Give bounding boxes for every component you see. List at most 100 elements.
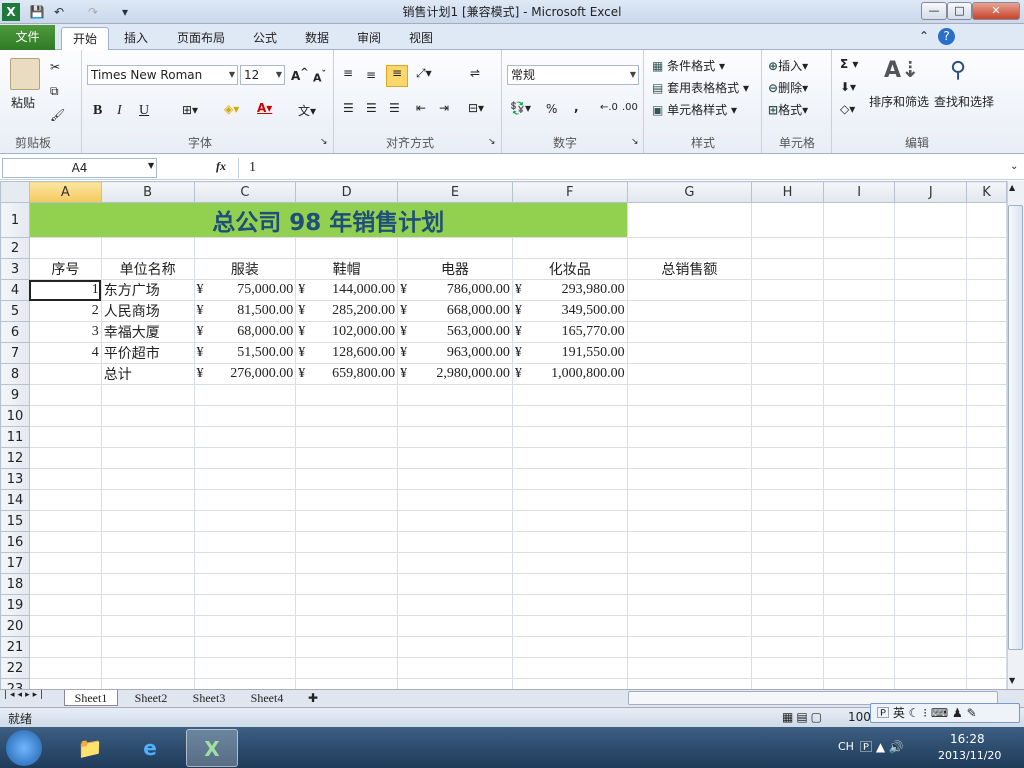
empty-cell[interactable] xyxy=(511,468,628,490)
empty-cell[interactable] xyxy=(100,531,195,553)
empty-cell[interactable] xyxy=(966,552,1007,574)
sheet-nav-icons[interactable]: |◂◂▸▸| xyxy=(4,690,46,700)
comma-button[interactable]: , xyxy=(574,100,579,114)
empty-cell[interactable] xyxy=(626,426,753,448)
empty-cell[interactable] xyxy=(966,489,1007,511)
empty-cell[interactable] xyxy=(894,678,968,689)
header-cell[interactable]: 总销售额 xyxy=(626,258,753,280)
empty-cell[interactable] xyxy=(295,573,399,595)
empty-cell[interactable] xyxy=(626,657,753,679)
empty-cell[interactable] xyxy=(100,615,195,637)
empty-cell[interactable] xyxy=(100,426,195,448)
empty-cell[interactable] xyxy=(751,510,824,532)
spreadsheet-grid[interactable]: A B C D E F G H I J K 1 总公司 98 年销售计划 2 3… xyxy=(0,181,1007,689)
header-cell[interactable]: 鞋帽 xyxy=(295,258,399,280)
empty-cell[interactable] xyxy=(397,594,513,616)
empty-cell[interactable] xyxy=(100,594,195,616)
table-format-button[interactable]: ▤ 套用表格格式 ▾ xyxy=(652,79,749,96)
empty-cell[interactable] xyxy=(193,384,297,406)
empty-cell[interactable] xyxy=(100,384,195,406)
empty-cell[interactable] xyxy=(751,384,824,406)
empty-cell[interactable] xyxy=(28,657,102,679)
empty-cell[interactable] xyxy=(894,531,968,553)
empty-cell[interactable] xyxy=(100,678,195,689)
find-select-button[interactable]: 查找和选择 xyxy=(934,93,994,110)
data-cell[interactable]: ¥668,000.00 xyxy=(397,300,513,322)
empty-cell[interactable] xyxy=(966,594,1007,616)
align-center-icon[interactable]: ☰ xyxy=(366,101,377,115)
data-cell[interactable]: 3 xyxy=(28,321,102,343)
empty-cell[interactable] xyxy=(626,489,753,511)
empty-cell[interactable] xyxy=(295,594,399,616)
increase-decimal-icon[interactable]: ←.0 xyxy=(600,102,618,113)
empty-cell[interactable] xyxy=(100,657,195,679)
font-name-combo[interactable]: Times New Roman ▼ xyxy=(87,65,238,85)
sort-filter-icon[interactable]: A⇣ xyxy=(884,58,919,83)
empty-cell[interactable] xyxy=(193,489,297,511)
empty-cell[interactable] xyxy=(822,573,896,595)
data-cell[interactable]: ¥128,600.00 xyxy=(295,342,399,364)
empty-cell[interactable] xyxy=(295,510,399,532)
shrink-font-icon[interactable]: Aˇ xyxy=(313,69,326,85)
row-header[interactable]: 8 xyxy=(0,363,30,385)
row-header[interactable]: 22 xyxy=(0,657,30,679)
empty-cell[interactable] xyxy=(626,594,753,616)
empty-cell[interactable] xyxy=(626,405,753,427)
empty-cell[interactable] xyxy=(193,657,297,679)
clock-date[interactable]: 2013/11/20 xyxy=(938,749,1001,762)
empty-cell[interactable] xyxy=(751,573,824,595)
empty-cell[interactable] xyxy=(193,531,297,553)
empty-cell[interactable] xyxy=(894,594,968,616)
empty-cell[interactable] xyxy=(28,510,102,532)
empty-cell[interactable] xyxy=(894,384,968,406)
empty-cell[interactable] xyxy=(822,510,896,532)
data-cell[interactable]: 2 xyxy=(28,300,102,322)
paste-icon[interactable] xyxy=(10,58,40,90)
empty-cell[interactable] xyxy=(295,678,399,689)
sheet-tab-sheet1[interactable]: Sheet1 xyxy=(64,690,118,706)
sort-filter-button[interactable]: 排序和筛选 xyxy=(869,93,929,110)
empty-cell[interactable] xyxy=(751,426,824,448)
empty-cell[interactable] xyxy=(100,447,195,469)
empty-cell[interactable] xyxy=(193,468,297,490)
scroll-down-icon[interactable]: ▼ xyxy=(1009,676,1015,685)
format-painter-icon[interactable]: 🖌 xyxy=(50,108,65,122)
empty-cell[interactable] xyxy=(28,489,102,511)
empty-cell[interactable] xyxy=(626,510,753,532)
col-header-B[interactable]: B xyxy=(100,181,195,203)
row-header[interactable]: 4 xyxy=(0,279,30,301)
data-cell[interactable]: ¥349,500.00 xyxy=(511,300,628,322)
empty-cell[interactable] xyxy=(193,405,297,427)
dialog-launcher-icon[interactable]: ↘ xyxy=(488,137,496,147)
data-cell[interactable]: ¥293,980.00 xyxy=(511,279,628,301)
delete-cells-button[interactable]: ⊖删除▾ xyxy=(768,79,808,96)
empty-cell[interactable] xyxy=(100,468,195,490)
name-box[interactable]: A4 xyxy=(2,158,157,178)
italic-button[interactable]: I xyxy=(117,103,122,119)
empty-cell[interactable] xyxy=(511,678,628,689)
font-color-icon[interactable]: A▾ xyxy=(257,101,272,115)
empty-cell[interactable] xyxy=(626,636,753,658)
empty-cell[interactable] xyxy=(822,552,896,574)
grow-font-icon[interactable]: A^ xyxy=(291,67,309,83)
data-cell[interactable]: ¥165,770.00 xyxy=(511,321,628,343)
decrease-decimal-icon[interactable]: .00 xyxy=(622,102,638,113)
align-top-icon[interactable]: ≡ xyxy=(343,66,353,80)
empty-cell[interactable] xyxy=(511,447,628,469)
tray-icons[interactable]: 🄿 ▲ 🔊 xyxy=(860,738,904,755)
row-header[interactable]: 11 xyxy=(0,426,30,448)
empty-cell[interactable] xyxy=(511,636,628,658)
header-cell[interactable]: 序号 xyxy=(28,258,102,280)
dialog-launcher-icon[interactable]: ↘ xyxy=(631,137,639,147)
header-cell[interactable]: 电器 xyxy=(397,258,513,280)
empty-cell[interactable] xyxy=(397,384,513,406)
view-buttons-icon[interactable]: ▦▤▢ xyxy=(782,710,825,724)
header-cell[interactable]: 单位名称 xyxy=(100,258,195,280)
bold-button[interactable]: B xyxy=(93,103,102,119)
tab-data[interactable]: 数据 xyxy=(298,27,336,50)
empty-cell[interactable] xyxy=(751,678,824,689)
empty-cell[interactable] xyxy=(295,615,399,637)
empty-cell[interactable] xyxy=(822,657,896,679)
borders-icon[interactable]: ⊞▾ xyxy=(182,103,198,117)
insert-cells-button[interactable]: ⊕插入▾ xyxy=(768,57,808,74)
